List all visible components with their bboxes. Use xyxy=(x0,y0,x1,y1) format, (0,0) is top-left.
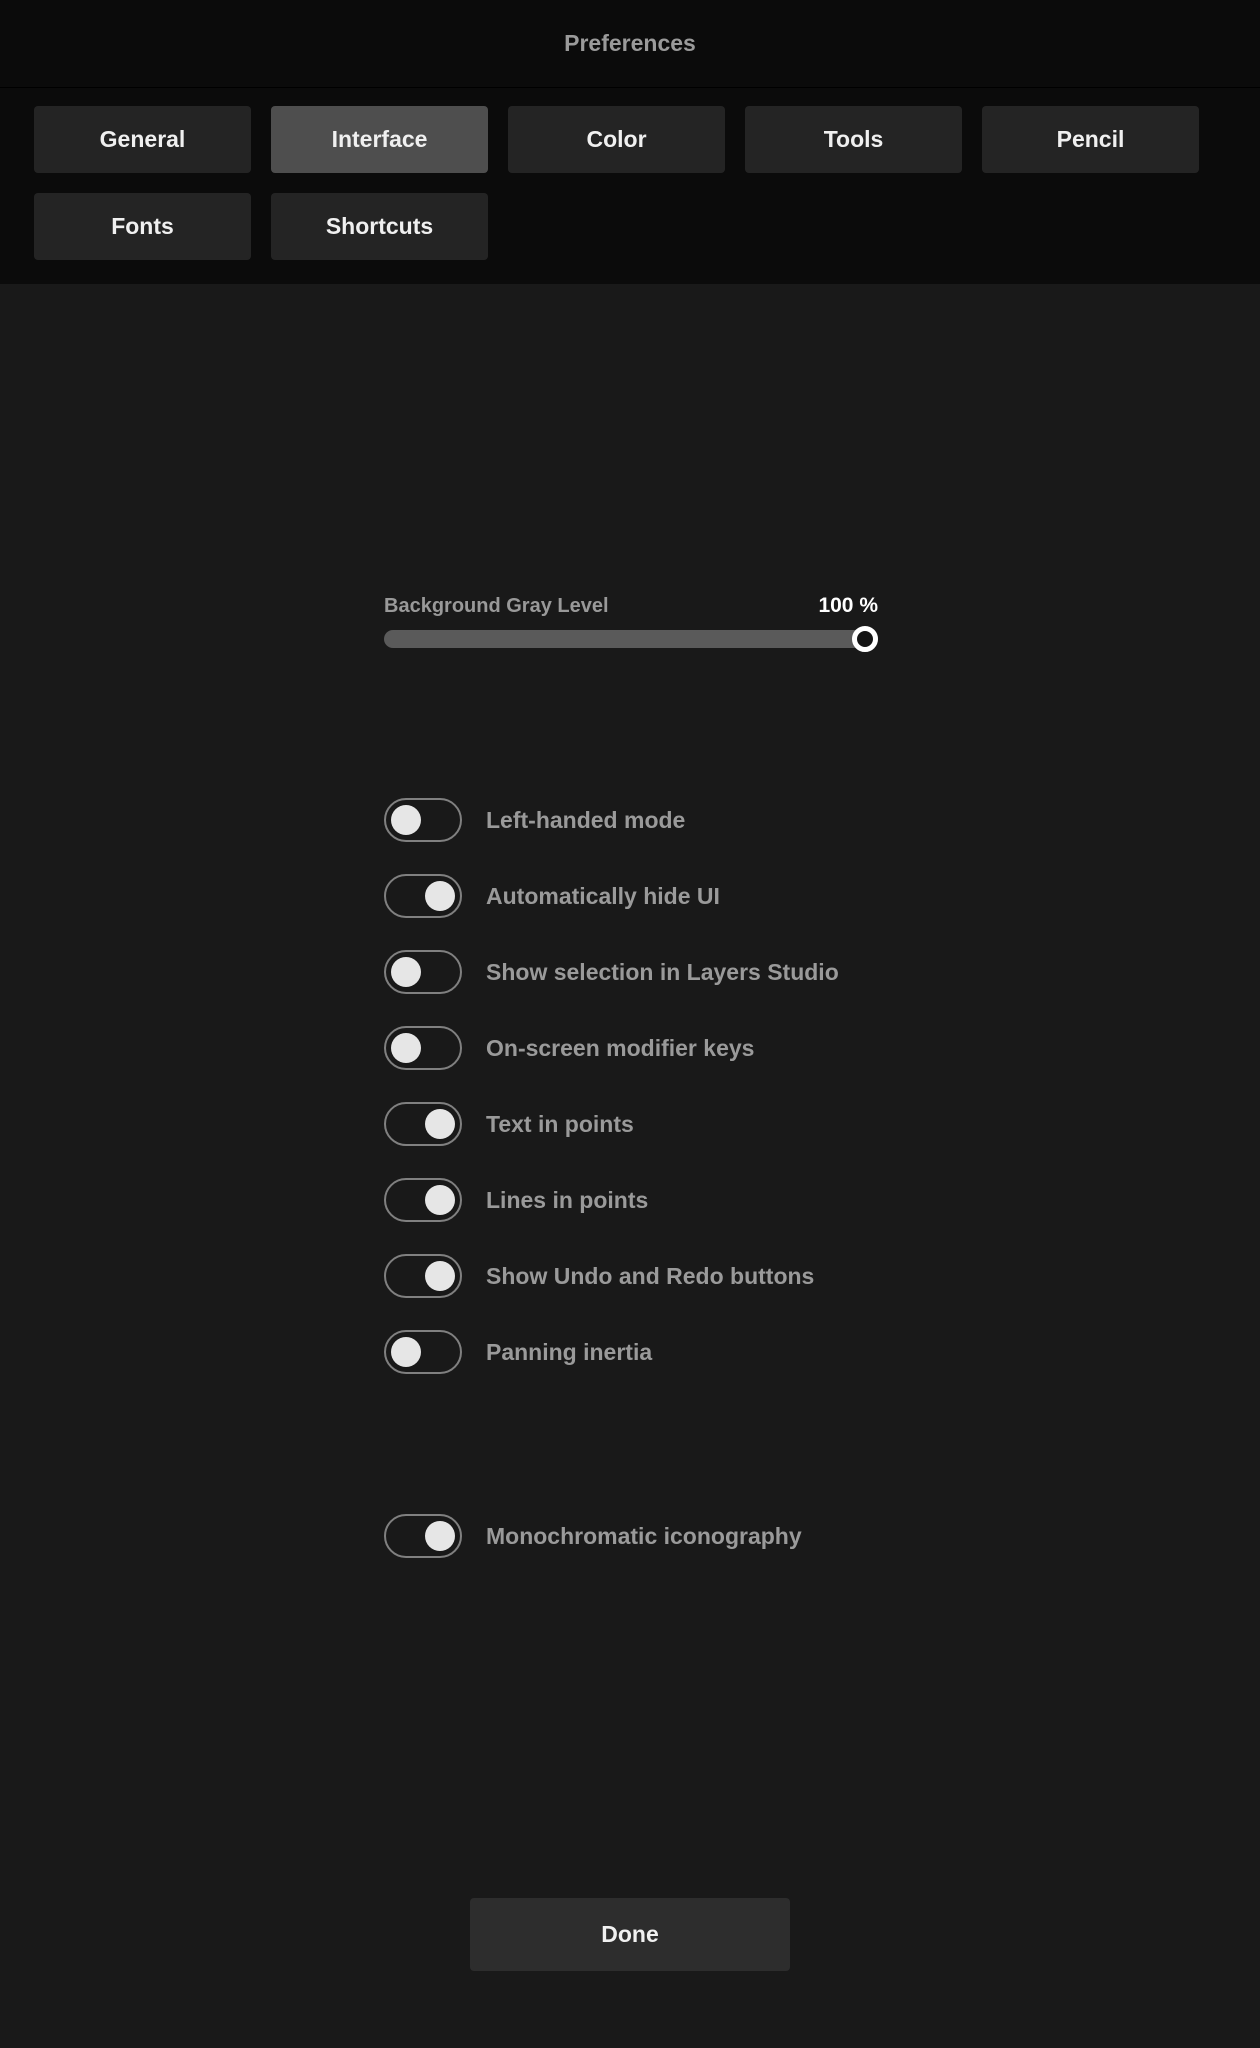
toggle-modifier-keys[interactable] xyxy=(384,1026,462,1070)
slider-value: 100 % xyxy=(818,594,878,618)
background-gray-level-slider[interactable] xyxy=(384,630,878,648)
toggle-knob xyxy=(425,1261,455,1291)
toggle-row-modifier-keys: On-screen modifier keys xyxy=(384,1026,876,1070)
toggle-row-text-in-points: Text in points xyxy=(384,1102,876,1146)
toggle-row-left-handed: Left-handed mode xyxy=(384,798,876,842)
toggle-knob xyxy=(425,1521,455,1551)
toggle-row-auto-hide-ui: Automatically hide UI xyxy=(384,874,876,918)
toggle-undo-redo[interactable] xyxy=(384,1254,462,1298)
tab-color[interactable]: Color xyxy=(508,106,725,173)
page-title: Preferences xyxy=(564,30,696,57)
toggle-row-undo-redo: Show Undo and Redo buttons xyxy=(384,1254,876,1298)
toggle-label: Monochromatic iconography xyxy=(486,1523,802,1550)
tab-fonts[interactable]: Fonts xyxy=(34,193,251,260)
footer: Done xyxy=(384,1898,876,1971)
background-gray-level-section: Background Gray Level 100 % xyxy=(384,594,878,648)
toggle-label: Lines in points xyxy=(486,1187,648,1214)
toggle-lines-in-points[interactable] xyxy=(384,1178,462,1222)
tab-tools[interactable]: Tools xyxy=(745,106,962,173)
toggle-panning-inertia[interactable] xyxy=(384,1330,462,1374)
toggle-row-show-selection: Show selection in Layers Studio xyxy=(384,950,876,994)
slider-thumb[interactable] xyxy=(852,626,878,652)
titlebar: Preferences xyxy=(0,0,1260,88)
toggle-label: Text in points xyxy=(486,1111,634,1138)
slider-header: Background Gray Level 100 % xyxy=(384,594,878,618)
toggle-row-panning-inertia: Panning inertia xyxy=(384,1330,876,1374)
toggle-knob xyxy=(425,1185,455,1215)
toggle-knob xyxy=(391,805,421,835)
toggle-list: Left-handed mode Automatically hide UI S… xyxy=(384,798,876,1374)
done-button[interactable]: Done xyxy=(470,1898,790,1971)
toggle-label: Automatically hide UI xyxy=(486,883,720,910)
toggle-label: Show selection in Layers Studio xyxy=(486,959,839,986)
toggle-knob xyxy=(425,881,455,911)
toggle-label: On-screen modifier keys xyxy=(486,1035,754,1062)
toggle-knob xyxy=(391,1337,421,1367)
tab-general[interactable]: General xyxy=(34,106,251,173)
content: Background Gray Level 100 % Left-handed … xyxy=(0,284,1260,1971)
toggle-knob xyxy=(425,1109,455,1139)
slider-label: Background Gray Level xyxy=(384,595,609,618)
toggle-left-handed[interactable] xyxy=(384,798,462,842)
toggle-text-in-points[interactable] xyxy=(384,1102,462,1146)
toggle-knob xyxy=(391,1033,421,1063)
tab-shortcuts[interactable]: Shortcuts xyxy=(271,193,488,260)
tab-interface[interactable]: Interface xyxy=(271,106,488,173)
toggle-label: Left-handed mode xyxy=(486,807,685,834)
tab-bar: General Interface Color Tools Pencil Fon… xyxy=(0,88,1260,284)
toggle-auto-hide-ui[interactable] xyxy=(384,874,462,918)
toggle-monochromatic[interactable] xyxy=(384,1514,462,1558)
toggle-row-lines-in-points: Lines in points xyxy=(384,1178,876,1222)
toggle-label: Show Undo and Redo buttons xyxy=(486,1263,814,1290)
toggle-show-selection[interactable] xyxy=(384,950,462,994)
toggle-knob xyxy=(391,957,421,987)
toggle-label: Panning inertia xyxy=(486,1339,652,1366)
tab-pencil[interactable]: Pencil xyxy=(982,106,1199,173)
toggle-row-monochromatic: Monochromatic iconography xyxy=(384,1514,876,1558)
